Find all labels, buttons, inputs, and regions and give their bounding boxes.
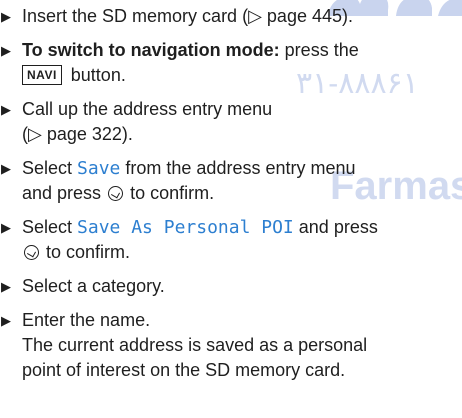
- step-text-end: to confirm.: [125, 183, 215, 203]
- bullet-arrow-icon: ▶: [1, 43, 11, 58]
- result-text-line2: point of interest on the SD memory card.: [22, 360, 346, 380]
- step-text-end: ).: [342, 6, 353, 26]
- step-enter-name: ▶ Enter the name. The current address is…: [0, 308, 462, 383]
- bullet-arrow-icon: ▶: [1, 313, 11, 328]
- step-text-end: to confirm.: [41, 242, 131, 262]
- step-text: Insert the SD memory card (: [22, 6, 249, 26]
- page-ref-text: page 322: [41, 124, 122, 144]
- bullet-arrow-icon: ▶: [1, 220, 11, 235]
- result-text-line1: The current address is saved as a person…: [22, 335, 368, 355]
- menu-item-save-as-personal-poi-label: Save As Personal POI: [77, 217, 294, 238]
- page-reference: ▷ page 445: [248, 6, 342, 26]
- bullet-arrow-icon: ▶: [1, 279, 11, 294]
- step-text-mid: and press: [293, 217, 378, 237]
- bullet-arrow-icon: ▶: [1, 9, 11, 24]
- step-switch-navigation-mode: ▶ To switch to navigation mode: press th…: [0, 38, 462, 88]
- step-text-mid: from the address entry menu: [120, 158, 356, 178]
- step-heading: To switch to navigation mode:: [22, 40, 280, 60]
- manual-page: ۳۱-۸۸۸۶۱ Farmas ▶ Insert the SD memory c…: [0, 0, 462, 418]
- step-call-address-entry-menu: ▶ Call up the address entry menu (▷ page…: [0, 97, 462, 147]
- step-text-line2: and press: [22, 183, 107, 203]
- page-ref-arrow-icon: ▷: [28, 124, 42, 144]
- step-text: Enter the name.: [22, 310, 151, 330]
- step-text: Select: [22, 158, 78, 178]
- controller-press-icon: [108, 186, 124, 201]
- step-text: Select a category.: [22, 276, 165, 296]
- bullet-arrow-icon: ▶: [1, 102, 11, 117]
- controller-press-icon: [24, 245, 39, 260]
- step-text: Call up the address entry menu: [22, 99, 273, 119]
- page-reference: ▷ page 322: [28, 124, 122, 144]
- step-select-category: ▶ Select a category.: [0, 274, 462, 299]
- step-insert-sd-card: ▶ Insert the SD memory card (▷ page 445)…: [0, 4, 462, 29]
- page-ref-text: page 445: [261, 6, 342, 26]
- step-text-end: ).: [121, 124, 133, 144]
- step-select-save-as-personal-poi: ▶ Select Save As Personal POI and press …: [0, 215, 462, 265]
- page-ref-arrow-icon: ▷: [248, 6, 262, 26]
- step-select-save: ▶ Select Save from the address entry men…: [0, 156, 462, 206]
- instruction-list: ▶ Insert the SD memory card (▷ page 445)…: [0, 4, 462, 392]
- navi-key-label: NAVI: [22, 65, 62, 85]
- step-text-end: button.: [65, 65, 126, 85]
- step-text: press the: [279, 40, 359, 60]
- bullet-arrow-icon: ▶: [1, 161, 11, 176]
- step-text: Select: [22, 217, 78, 237]
- menu-item-save-label: Save: [77, 158, 121, 179]
